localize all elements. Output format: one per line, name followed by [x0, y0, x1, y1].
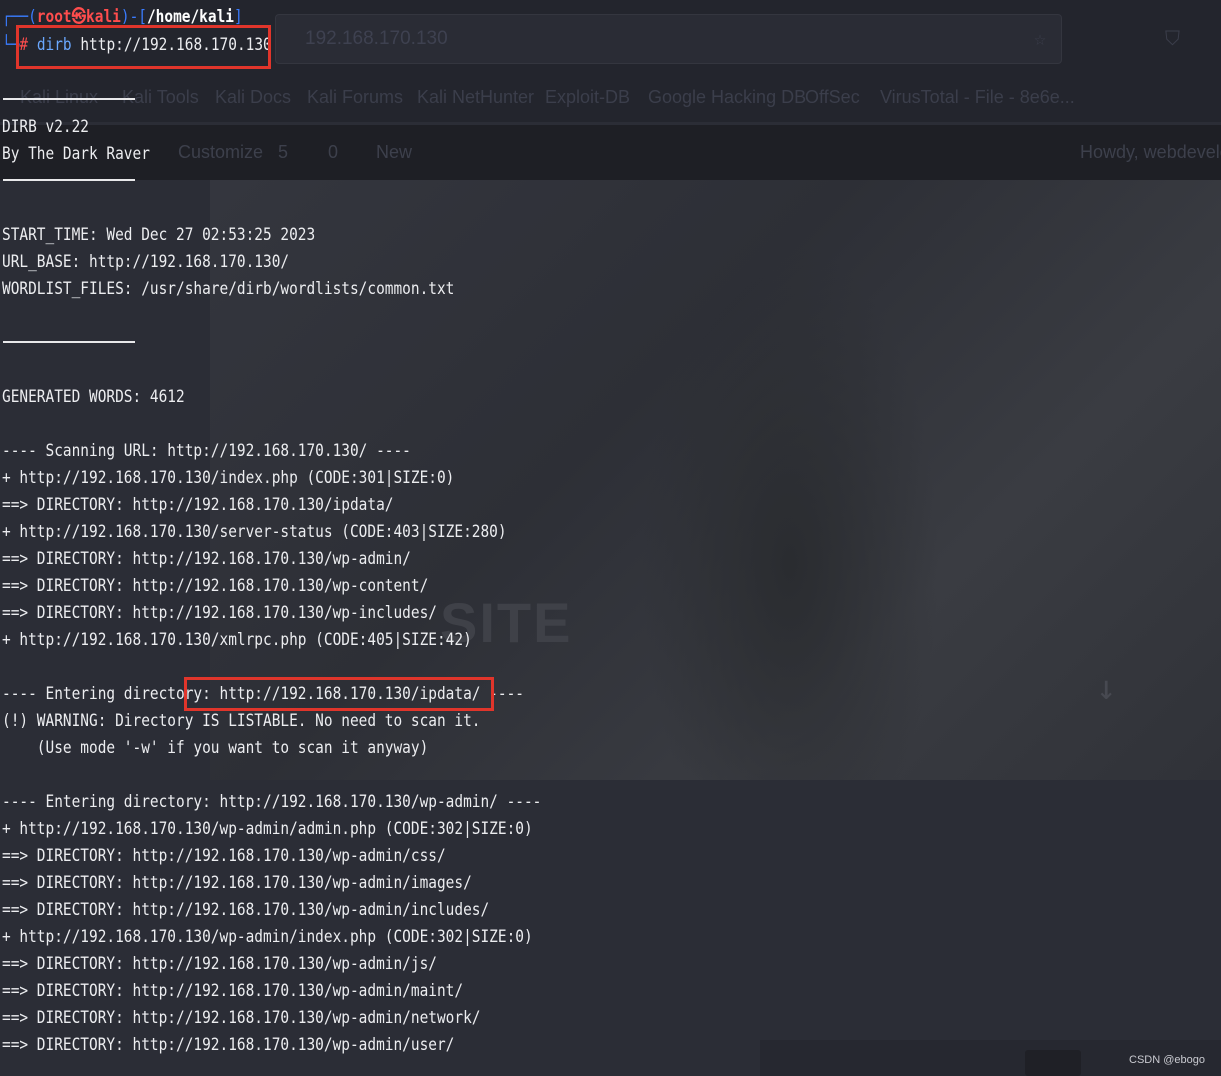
terminal-line: ==> DIRECTORY: http://192.168.170.130/wp…	[2, 873, 472, 893]
terminal-line: ==> DIRECTORY: http://192.168.170.130/wp…	[2, 1008, 481, 1028]
command-highlight-box	[16, 25, 271, 69]
terminal-line: (Use mode '-w' if you want to scan it an…	[2, 738, 429, 758]
terminal-line: ==> DIRECTORY: http://192.168.170.130/wp…	[2, 846, 446, 866]
terminal-line: (!) WARNING: Directory IS LISTABLE. No n…	[2, 711, 481, 731]
terminal-line: ---- Entering directory: http://192.168.…	[2, 792, 542, 812]
terminal-line: ---- Scanning URL: http://192.168.170.13…	[2, 441, 411, 461]
prompt-user: root㉿kali	[36, 7, 121, 27]
terminal-line: GENERATED WORDS: 4612	[2, 387, 185, 407]
terminal-line: ==> DIRECTORY: http://192.168.170.130/wp…	[2, 981, 464, 1001]
terminal-line: ==> DIRECTORY: http://192.168.170.130/wp…	[2, 900, 490, 920]
terminal-line: ==> DIRECTORY: http://192.168.170.130/wp…	[2, 576, 429, 596]
terminal-line: ==> DIRECTORY: http://192.168.170.130/wp…	[2, 549, 411, 569]
terminal-line: ==> DIRECTORY: http://192.168.170.130/wp…	[2, 1035, 455, 1055]
terminal-line: WORDLIST_FILES: /usr/share/dirb/wordlist…	[2, 279, 455, 299]
separator-line	[3, 341, 135, 343]
terminal-output[interactable]: ┌──(root㉿kali)-[/home/kali] └─# dirb htt…	[0, 0, 1221, 1076]
terminal-line: START_TIME: Wed Dec 27 02:53:25 2023	[2, 225, 316, 245]
terminal-line: ==> DIRECTORY: http://192.168.170.130/wp…	[2, 603, 437, 623]
terminal-line: + http://192.168.170.130/server-status (…	[2, 522, 507, 542]
watermark: CSDN @ebogo	[1129, 1054, 1205, 1066]
terminal-line: + http://192.168.170.130/index.php (CODE…	[2, 468, 455, 488]
terminal-line: DIRB v2.22	[2, 117, 90, 137]
terminal-line: + http://192.168.170.130/wp-admin/index.…	[2, 927, 533, 947]
terminal-line: By The Dark Raver	[2, 144, 150, 164]
terminal-line: ==> DIRECTORY: http://192.168.170.130/ip…	[2, 495, 394, 515]
separator-line	[3, 179, 135, 181]
terminal-line: + http://192.168.170.130/wp-admin/admin.…	[2, 819, 533, 839]
prompt-path: /home/kali	[146, 7, 234, 27]
terminal-line: ==> DIRECTORY: http://192.168.170.130/wp…	[2, 954, 437, 974]
terminal-line: + http://192.168.170.130/xmlrpc.php (COD…	[2, 630, 472, 650]
terminal-line: URL_BASE: http://192.168.170.130/	[2, 252, 290, 272]
ipdata-highlight-box	[184, 677, 494, 711]
separator-line	[3, 98, 135, 100]
